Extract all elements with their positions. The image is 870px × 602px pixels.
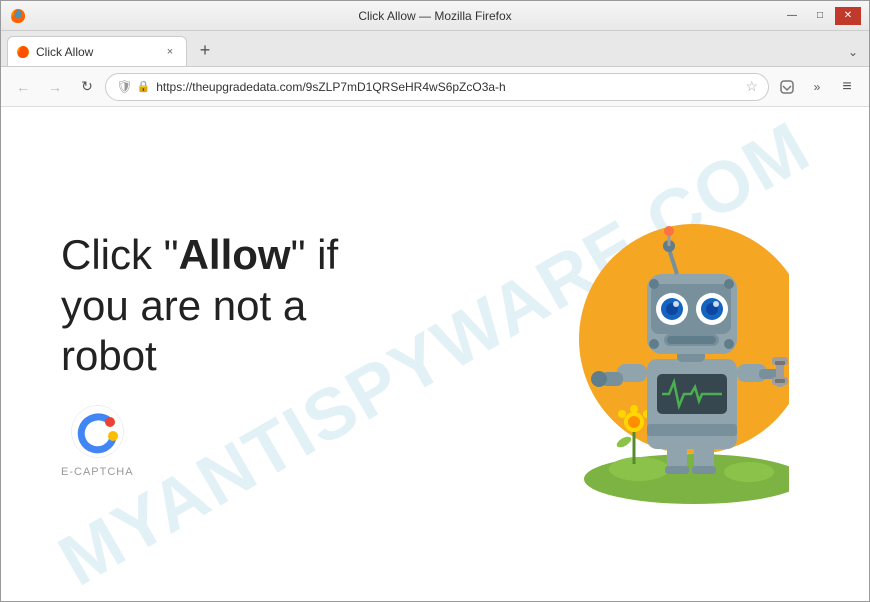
browser-window: Click Allow — Mozilla Firefox — □ ✕ Clic… [0, 0, 870, 602]
captcha-logo-container: E-CAPTCHA [61, 402, 134, 478]
left-section: Click "Allow" if you are not a robot [61, 230, 441, 477]
heading-allow: Allow [179, 231, 291, 278]
shield-icon: 🛡 [116, 79, 133, 95]
robot-illustration [529, 194, 789, 504]
url-text: https://theupgradedata.com/9sZLP7mD1QRSe… [156, 80, 739, 94]
bookmark-star-icon[interactable]: ☆ [745, 78, 758, 95]
main-heading: Click "Allow" if you are not a robot [61, 230, 441, 381]
titlebar-title: Click Allow — Mozilla Firefox [358, 9, 511, 23]
titlebar: Click Allow — Mozilla Firefox — □ ✕ [1, 1, 869, 31]
maximize-button[interactable]: □ [807, 7, 833, 25]
pocket-button[interactable] [773, 73, 801, 101]
heading-line3: robot [61, 332, 157, 379]
more-tools-button[interactable]: » [803, 73, 831, 101]
url-security-icons: 🛡 🔒 [116, 79, 150, 95]
heading-line2: you are not a [61, 282, 306, 329]
firefox-logo [9, 7, 27, 25]
tab-label: Click Allow [36, 45, 156, 59]
captcha-logo [67, 402, 127, 462]
browser-tab[interactable]: Click Allow × [7, 36, 187, 66]
close-button[interactable]: ✕ [835, 7, 861, 25]
captcha-section: E-CAPTCHA [61, 402, 441, 478]
new-tab-button[interactable]: + [191, 36, 219, 64]
tabbar: Click Allow × + ⌄ [1, 31, 869, 67]
url-bar[interactable]: 🛡 🔒 https://theupgradedata.com/9sZLP7mD1… [105, 73, 769, 101]
minimize-button[interactable]: — [779, 7, 805, 25]
robot-scene [499, 194, 799, 514]
page-content: MYANTISPYWARE.COM Click "Allow" if you a… [1, 107, 869, 601]
heading-pre: Click " [61, 231, 179, 278]
reload-button[interactable]: ↻ [73, 73, 101, 101]
tab-overflow-button[interactable]: ⌄ [843, 42, 863, 62]
main-container: Click "Allow" if you are not a robot [1, 107, 869, 601]
menu-button[interactable]: ≡ [833, 73, 861, 101]
titlebar-left [9, 7, 27, 25]
window-controls: — □ ✕ [779, 7, 861, 25]
tab-favicon [16, 45, 30, 59]
forward-button[interactable]: → [41, 73, 69, 101]
back-button[interactable]: ← [9, 73, 37, 101]
lock-icon: 🔒 [137, 80, 151, 93]
tab-close-button[interactable]: × [162, 44, 178, 60]
nav-right-icons: » ≡ [773, 73, 861, 101]
right-section [489, 194, 809, 514]
navbar: ← → ↻ 🛡 🔒 https://theupgradedata.com/9sZ… [1, 67, 869, 107]
heading-post: " if [291, 231, 339, 278]
captcha-label: E-CAPTCHA [61, 466, 134, 478]
